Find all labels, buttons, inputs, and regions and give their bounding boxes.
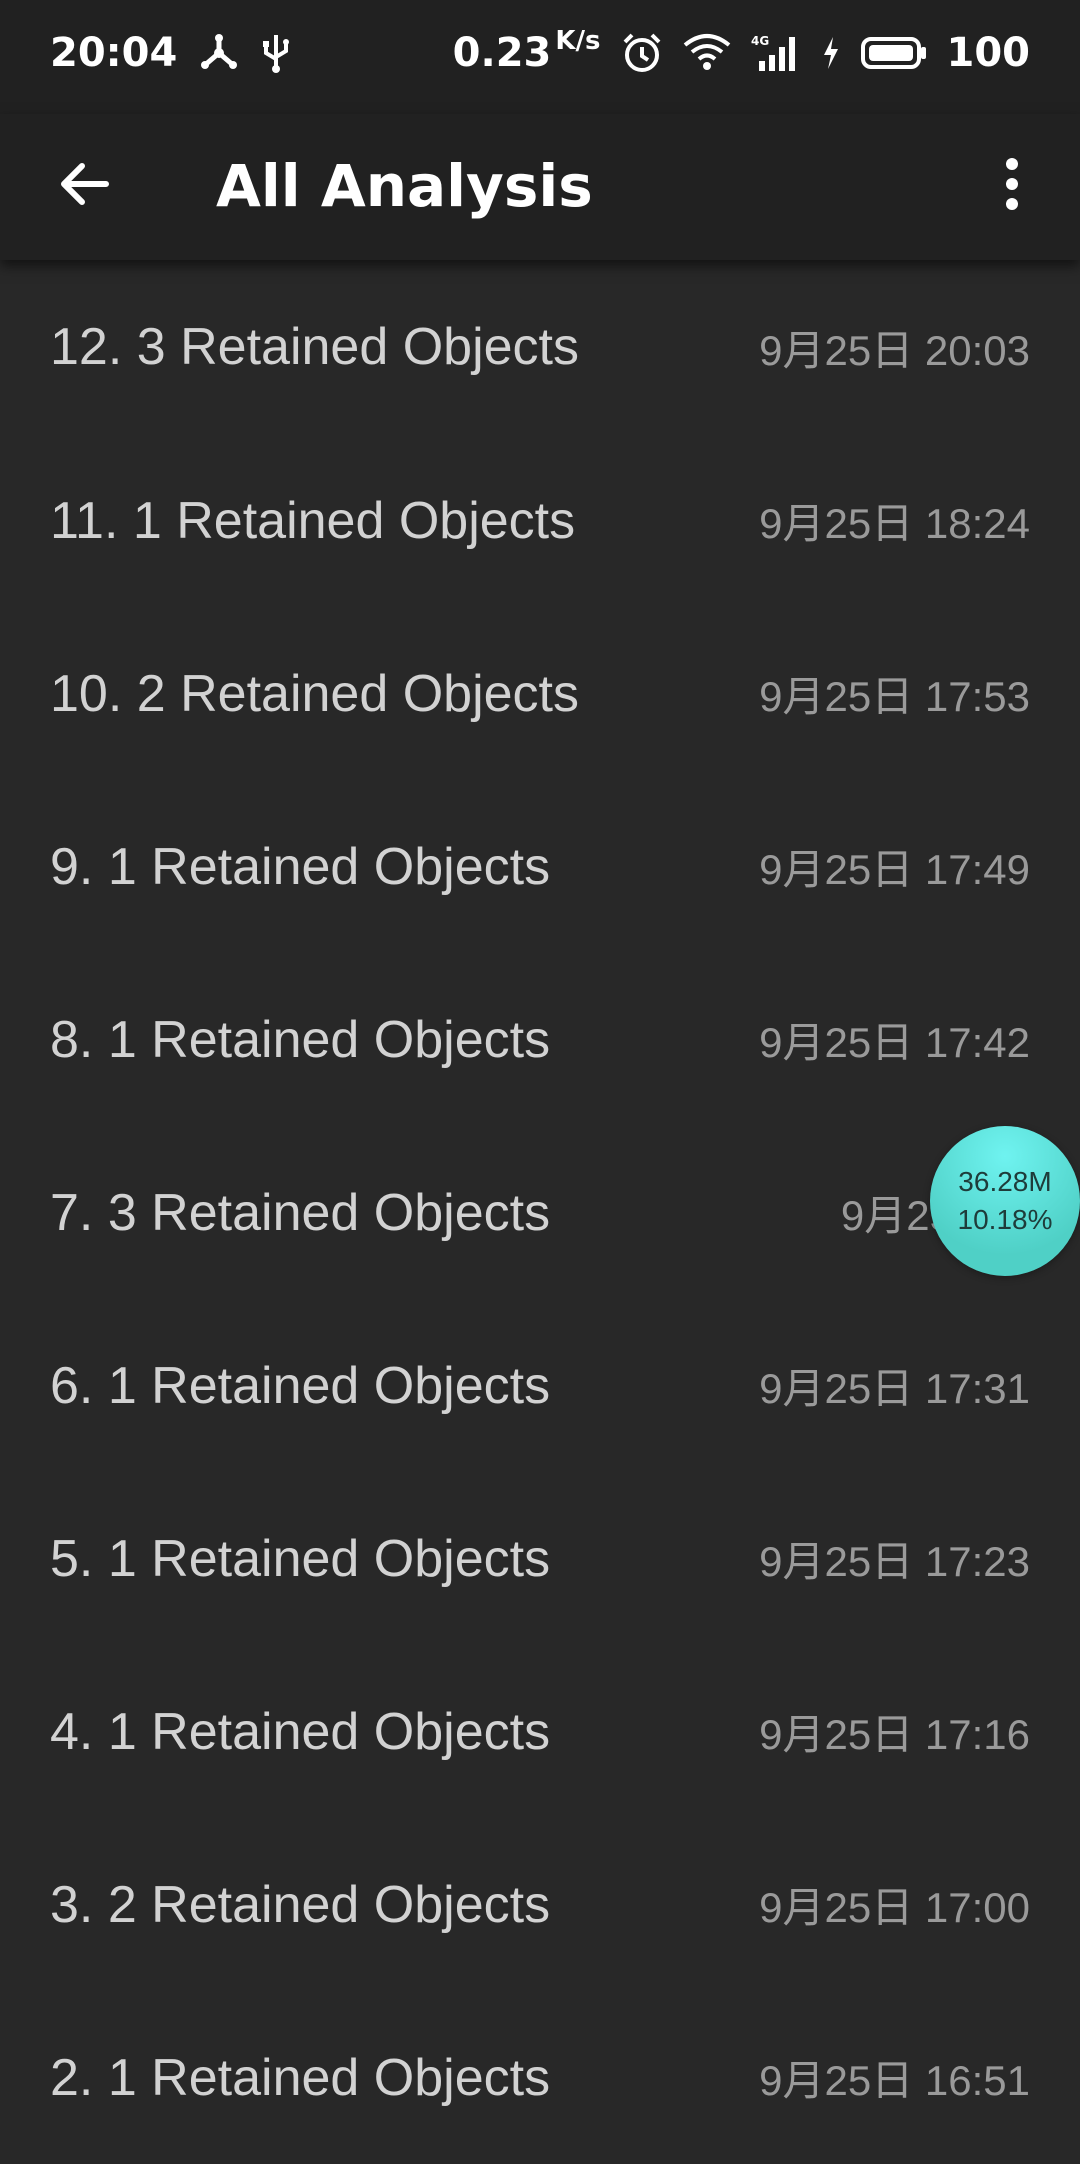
analysis-title: 10. 2 Retained Objects (50, 664, 579, 723)
share-network-icon (199, 33, 239, 73)
list-item[interactable]: 4. 1 Retained Objects 9月25日 17:16 (0, 1645, 1080, 1818)
analysis-time: 9月25日 20:03 (759, 326, 1030, 374)
analysis-time: 9月25日 16:51 (759, 2057, 1030, 2104)
analysis-title: 11. 1 Retained Objects (50, 491, 576, 550)
battery-level: 100 (946, 30, 1031, 76)
cellular-signal-icon: 4G (751, 33, 801, 73)
wifi-icon (683, 33, 731, 73)
analysis-time: 9月25日 17:49 (759, 846, 1030, 893)
analysis-time: 9月25日 17:42 (759, 1019, 1030, 1066)
back-button[interactable] (44, 144, 124, 224)
analysis-time: 9月25日 17:00 (759, 1884, 1030, 1931)
analysis-title: 7. 3 Retained Objects (50, 1183, 551, 1242)
analysis-title: 2. 1 Retained Objects (50, 2048, 551, 2107)
analysis-time: 9月25日 17:23 (759, 1538, 1030, 1585)
analysis-list: 12. 3 Retained Objects 9月25日 20:03 11. 1… (0, 260, 1080, 2164)
net-speed: 0.23 K/s (452, 26, 601, 76)
list-item[interactable]: 11. 1 Retained Objects 9月25日 18:24 (0, 434, 1080, 607)
more-vert-icon (1002, 156, 1022, 212)
app-bar: All Analysis (0, 114, 1080, 260)
list-item[interactable]: 2. 1 Retained Objects 9月25日 16:51 (0, 1991, 1080, 2164)
status-bar: 20:04 0.23 K/s 4G 100 (0, 0, 1080, 114)
floating-monitor-bubble[interactable]: 36.28M 10.18% (930, 1126, 1080, 1276)
memory-usage: 36.28M (958, 1166, 1052, 1197)
usb-icon (261, 33, 291, 73)
list-item[interactable]: 8. 1 Retained Objects 9月25日 17:42 (0, 953, 1080, 1126)
list-item[interactable]: 7. 3 Retained Objects 9月25日 1 (0, 1126, 1080, 1299)
arrow-back-icon (56, 156, 112, 212)
list-item[interactable]: 5. 1 Retained Objects 9月25日 17:23 (0, 1472, 1080, 1645)
analysis-title: 9. 1 Retained Objects (50, 837, 551, 896)
alarm-icon (621, 32, 663, 74)
net-speed-value: 0.23 (452, 30, 552, 76)
list-item[interactable]: 6. 1 Retained Objects 9月25日 17:31 (0, 1299, 1080, 1472)
analysis-title: 4. 1 Retained Objects (50, 1702, 551, 1761)
analysis-time: 9月25日 17:16 (759, 1711, 1030, 1758)
list-item[interactable]: 10. 2 Retained Objects 9月25日 17:53 (0, 607, 1080, 780)
analysis-time: 9月25日 18:24 (759, 500, 1030, 547)
overflow-menu-button[interactable] (984, 144, 1040, 224)
battery-icon (860, 35, 927, 71)
analysis-time: 9月25日 17:31 (759, 1365, 1030, 1412)
page-title: All Analysis (216, 152, 593, 220)
analysis-time: 9月25日 17:53 (759, 673, 1030, 720)
analysis-title: 5. 1 Retained Objects (50, 1529, 551, 1588)
list-item[interactable]: 3. 2 Retained Objects 9月25日 17:00 (0, 1818, 1080, 1991)
net-speed-unit: K/s (555, 26, 601, 56)
list-item[interactable]: 12. 3 Retained Objects 9月25日 20:03 (0, 260, 1080, 434)
analysis-title: 12. 3 Retained Objects (50, 318, 579, 376)
analysis-title: 3. 2 Retained Objects (50, 1875, 551, 1934)
charging-icon (821, 33, 841, 73)
analysis-title: 6. 1 Retained Objects (50, 1356, 551, 1415)
status-time: 20:04 (50, 30, 178, 76)
list-item[interactable]: 9. 1 Retained Objects 9月25日 17:49 (0, 780, 1080, 953)
cpu-usage: 10.18% (957, 1204, 1053, 1235)
network-type-label: 4G (751, 34, 769, 48)
analysis-title: 8. 1 Retained Objects (50, 1010, 551, 1069)
